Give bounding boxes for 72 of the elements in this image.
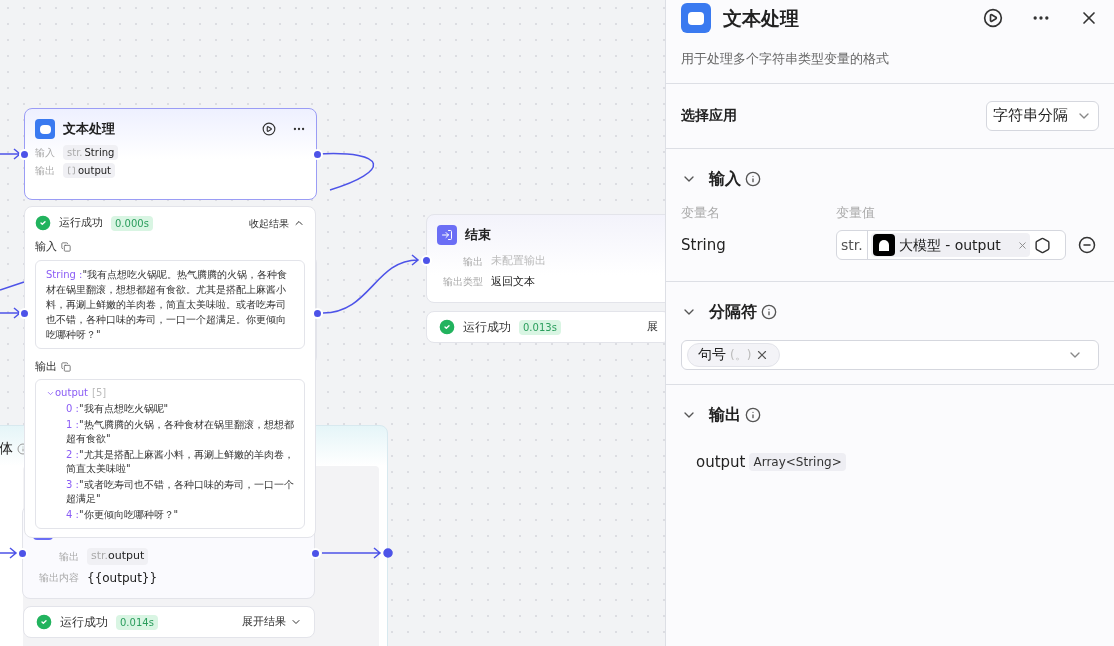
section-title: 输出 [709, 403, 741, 426]
variable-tag: str.output [87, 548, 149, 565]
row-value: {{output}} [87, 569, 158, 587]
row-label: 输出 [462, 254, 483, 269]
success-icon [439, 319, 455, 335]
toggle-results-button[interactable]: 收起结果 [249, 215, 305, 231]
copy-icon[interactable] [61, 242, 71, 253]
reference-chip: 大模型 - output [870, 233, 1030, 257]
end-node[interactable]: 结束 输出 未配置输出 输出类型 返回文本 [426, 214, 665, 303]
connector-arrow [0, 547, 18, 559]
array-item: 3 :"或者吃寿司也不错，各种口味的寿司，一口一个超满足" [65, 478, 294, 506]
variable-name: String [681, 234, 727, 256]
input-value: String :"我有点想吃火锅呢。热气腾腾的火锅，各种食材在锅里翻滚，想想都超有食欲。尤其是搭配上麻酱小料，再涮上鲜嫩的羊肉卷，简直太美味啦。或者吃寿司也不错，各种口味的寿司，一口一个超满足。你更倾向吃哪种呀？" [46, 268, 287, 340]
variable-name: output [696, 451, 746, 473]
success-icon [35, 215, 51, 231]
array-item: 1 :"热气腾腾的火锅，各种食材在锅里翻滚，想想都超有食欲" [65, 418, 294, 446]
connector-line [0, 281, 25, 291]
type-label: str. [837, 231, 868, 259]
row-value: 未配置输出 [491, 253, 546, 269]
app-select[interactable]: 字符串分隔 [986, 100, 1099, 131]
row-value: 返回文本 [491, 273, 535, 290]
row-label: 输出内容 [38, 571, 79, 585]
row-label: 输出 [35, 164, 55, 178]
duration-badge: 0.000s [111, 215, 153, 231]
run-icon[interactable] [262, 122, 276, 136]
section-title: 输入 [709, 167, 741, 190]
row-label: 输出类型 [442, 275, 483, 290]
section-title: 分隔符 [709, 300, 757, 323]
variable-value-field[interactable]: str. 大模型 - output [836, 230, 1066, 260]
panel-description: 用于处理多个字符串类型变量的格式 [680, 50, 890, 68]
tree-node-name[interactable]: output [55, 386, 88, 400]
info-icon[interactable] [761, 303, 777, 320]
node-title: 文本处理 [63, 120, 115, 139]
node-title: 结束 [465, 226, 491, 245]
section-label: 输入 [35, 239, 57, 255]
success-icon [36, 614, 52, 630]
array-item: 4 :"你更倾向吃哪种呀？" [65, 508, 180, 522]
info-icon[interactable] [745, 406, 761, 423]
array-item: 0 :"我有点想吃火锅呢" [65, 402, 170, 416]
type-tag: Array<String> [749, 452, 846, 471]
field-label: 选择应用 [681, 106, 737, 125]
status-text: 运行成功 [463, 319, 511, 336]
info-icon[interactable] [745, 170, 761, 187]
item-count: [5] [92, 386, 107, 400]
row-label: 输入 [35, 146, 55, 160]
toggle-results-button[interactable]: 展 [647, 318, 658, 336]
text-processing-node[interactable]: 文本处理 输入 str. String 输出 output [24, 108, 317, 200]
column-header: 变量值 [836, 203, 875, 222]
row-label: 输出 [58, 549, 79, 564]
duration-badge: 0.014s [116, 614, 158, 630]
model-icon [872, 234, 895, 256]
variable-picker-icon[interactable] [1033, 236, 1051, 254]
remove-icon[interactable] [1016, 239, 1028, 251]
separator-select[interactable]: 句号 (。) [681, 339, 1099, 370]
column-header: 变量名 [681, 203, 721, 222]
remove-row-icon[interactable] [1078, 236, 1096, 254]
status-text: 运行成功 [59, 214, 103, 231]
connector-arrow [0, 148, 22, 160]
connector-arrow [0, 307, 22, 319]
duration-badge: 0.013s [519, 319, 561, 335]
section-label: 输出 [35, 358, 57, 375]
status-text: 运行成功 [60, 614, 108, 631]
copy-icon[interactable] [61, 361, 71, 372]
array-icon [67, 166, 76, 175]
variable-tag: str. String [63, 145, 119, 160]
run-icon[interactable] [983, 8, 1003, 28]
panel-title: 文本处理 [723, 5, 799, 31]
array-item: 2 :"尤其是搭配上麻酱小料，再涮上鲜嫩的羊肉卷，简直太美味啦" [65, 448, 294, 476]
connector-arrow [321, 547, 382, 559]
separator-tag: 句号 (。) [687, 342, 781, 367]
toggle-results-button[interactable]: 展开结果 [242, 613, 302, 631]
variable-tag: output [63, 163, 115, 178]
